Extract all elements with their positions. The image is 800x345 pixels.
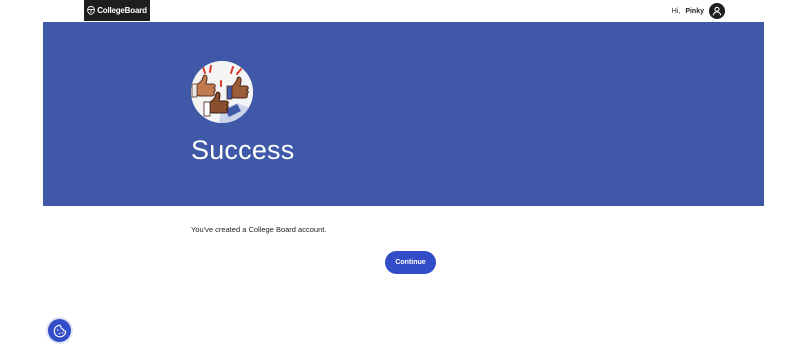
continue-button[interactable]: Continue xyxy=(385,251,436,274)
page-title: Success xyxy=(191,135,295,165)
user-avatar-icon[interactable] xyxy=(709,3,725,19)
greeting-text: Hi, xyxy=(671,7,681,15)
logo-text: CollegeBoard xyxy=(97,6,147,15)
acorn-icon xyxy=(87,6,95,15)
top-bar: CollegeBoard Hi, Pinky xyxy=(0,0,800,22)
thumbs-up-illustration xyxy=(191,61,253,123)
collegeboard-logo-link[interactable]: CollegeBoard xyxy=(84,0,150,21)
user-name: Pinky xyxy=(685,7,704,15)
hero-banner: Success xyxy=(43,22,764,206)
page: CollegeBoard Hi, Pinky Success You've cr… xyxy=(0,0,800,345)
confirmation-message: You've created a College Board account. xyxy=(191,224,327,234)
person-icon xyxy=(712,6,722,16)
user-menu[interactable]: Hi, Pinky xyxy=(672,2,725,20)
cookie-icon xyxy=(53,324,66,337)
cookie-settings-button[interactable] xyxy=(48,319,71,342)
